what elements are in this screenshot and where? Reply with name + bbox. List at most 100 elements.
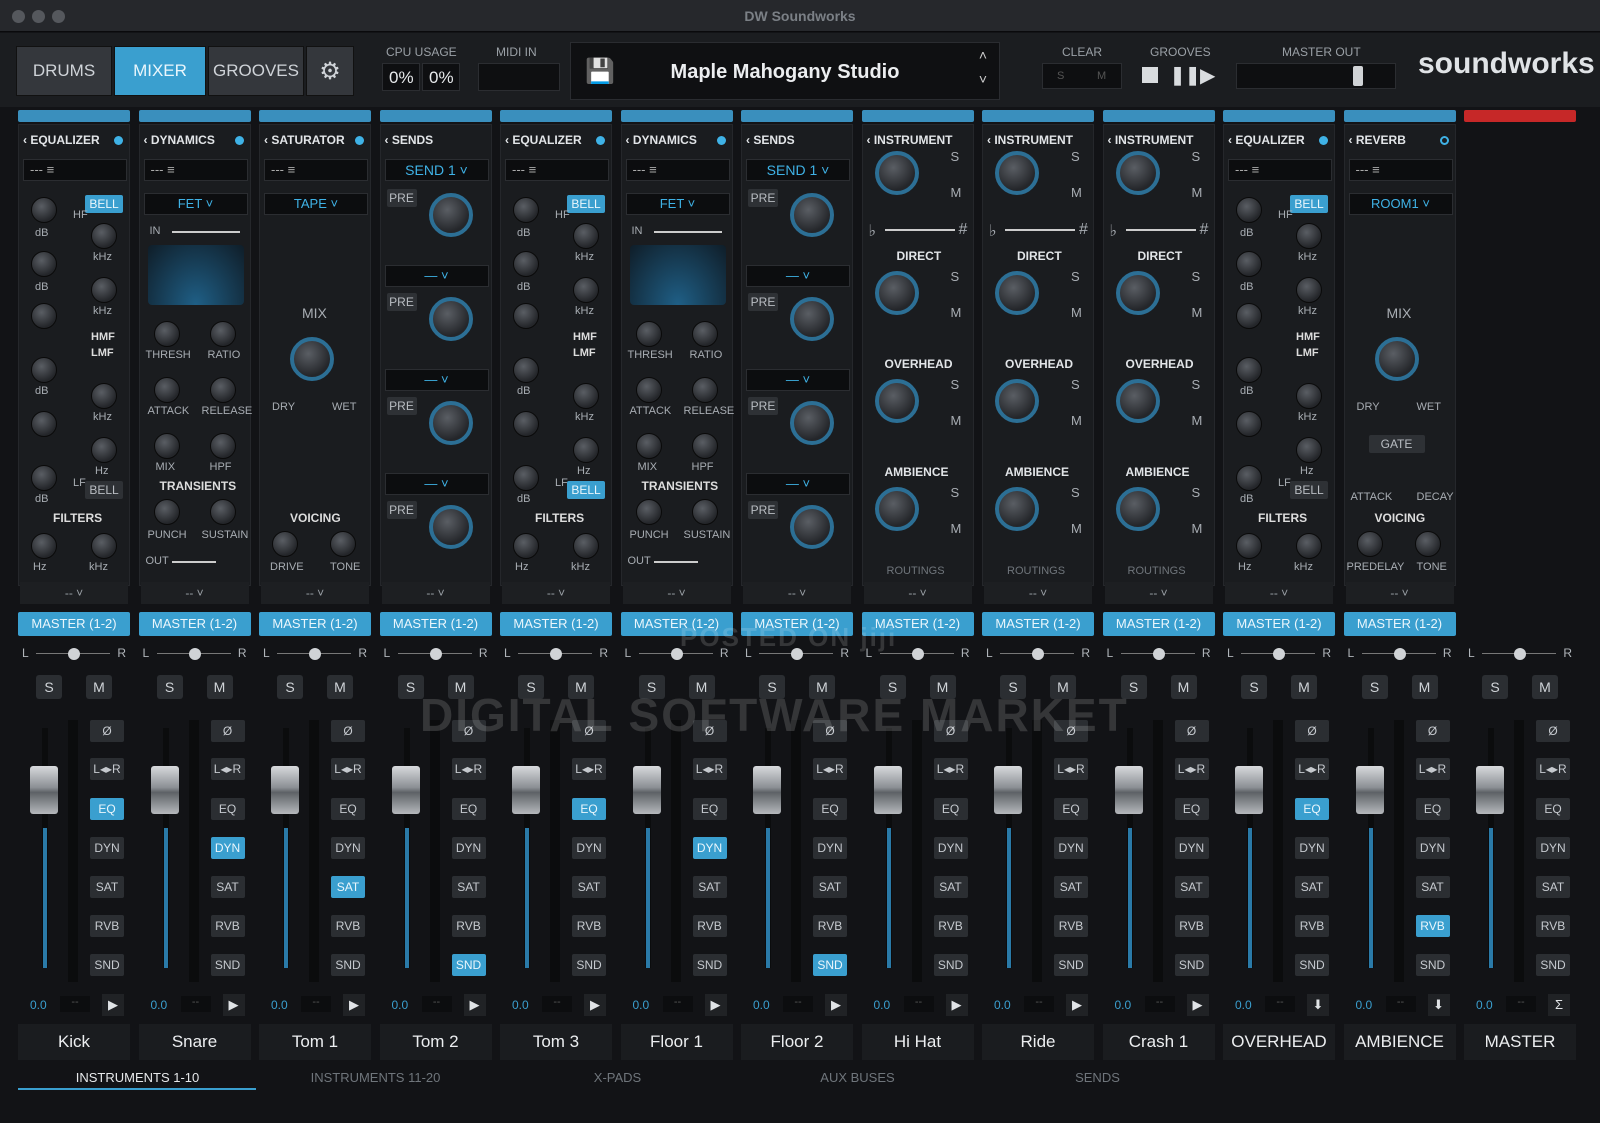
solo-button[interactable]: S (1361, 675, 1388, 699)
strip-color-tab[interactable] (18, 110, 130, 122)
section-label[interactable]: AMBIENCE (1126, 465, 1190, 479)
swap-lr-button[interactable]: L◂▸R (933, 758, 968, 780)
route-button[interactable]: MASTER (1-2) (259, 612, 371, 636)
section-label[interactable]: AMBIENCE (1005, 465, 1069, 479)
comp-type-select[interactable]: FET ˅ (625, 193, 730, 215)
group-tab-instruments-11-20[interactable]: INSTRUMENTS 11-20 (258, 1070, 493, 1085)
preset-down-chevron-icon[interactable]: ˅ (979, 71, 987, 87)
output-select[interactable]: -- ˅ (261, 582, 369, 604)
input-slider[interactable] (171, 231, 240, 233)
lf-bell-button[interactable]: BELL (567, 481, 605, 499)
fx-snd-button[interactable]: SND (1054, 954, 1088, 976)
phase-button[interactable]: Ø (1174, 720, 1209, 742)
fx-dyn-button[interactable]: DYN (451, 837, 486, 859)
section-label[interactable]: DIRECT (1138, 249, 1183, 263)
phase-button[interactable]: Ø (331, 720, 365, 742)
down-arrow-icon[interactable]: ⬇ (1427, 994, 1450, 1016)
fader-track[interactable] (42, 728, 48, 968)
fader-handle[interactable] (994, 766, 1022, 814)
clear-solo-button[interactable]: S (1057, 70, 1064, 82)
panel-title[interactable]: ‹ INSTRUMENT (1108, 133, 1194, 147)
tab-drums[interactable]: DRUMS (16, 46, 112, 96)
swap-lr-button[interactable]: L◂▸R (1415, 758, 1450, 780)
clear-mute-button[interactable]: M (1097, 70, 1106, 82)
output-select[interactable]: -- ˅ (1225, 582, 1333, 604)
fader-handle[interactable] (753, 766, 781, 814)
hmf-freq-knob[interactable] (1296, 277, 1322, 303)
route-button[interactable]: MASTER (1-2) (500, 612, 612, 636)
comp-type-select[interactable]: FET ˅ (143, 193, 248, 215)
panel-enable-icon[interactable] (716, 136, 726, 145)
fx-eq-button[interactable]: EQ (1295, 798, 1329, 820)
section-level-knob[interactable] (995, 379, 1039, 423)
hmf-freq-knob[interactable] (91, 277, 117, 303)
fx-sat-button[interactable]: SAT (1295, 876, 1329, 898)
down-arrow-icon[interactable]: ⬇ (1307, 994, 1329, 1016)
hf-gain-knob[interactable] (1236, 197, 1262, 223)
fx-snd-button[interactable]: SND (90, 954, 124, 976)
lf-bell-button[interactable]: BELL (85, 481, 123, 499)
fader-track[interactable] (283, 728, 289, 968)
hf-freq-knob[interactable] (91, 223, 117, 249)
send-level-knob[interactable] (428, 297, 473, 341)
fx-sat-button[interactable]: SAT (331, 876, 365, 898)
hf-bell-button[interactable]: BELL (1290, 195, 1328, 213)
pre-button[interactable]: PRE (748, 293, 778, 311)
fader-track[interactable] (162, 728, 169, 968)
hmf-gain-knob[interactable] (513, 251, 539, 277)
fx-dyn-button[interactable]: DYN (933, 837, 968, 859)
lmf-q-knob[interactable] (1236, 411, 1262, 437)
group-tab-sends[interactable]: SENDS (980, 1070, 1215, 1085)
section-level-knob[interactable] (874, 487, 919, 531)
fx-snd-button[interactable]: SND (692, 954, 727, 976)
section-level-knob[interactable] (1115, 271, 1160, 315)
fx-rvb-button[interactable]: RVB (1415, 915, 1450, 937)
pan-knob-handle[interactable] (68, 648, 80, 660)
output-select[interactable]: -- ˅ (622, 582, 731, 604)
lmf-q-knob[interactable] (513, 411, 539, 437)
channel-name[interactable]: Tom 2 (379, 1024, 492, 1060)
fx-eq-button[interactable]: EQ (572, 798, 606, 820)
output-select[interactable]: -- ˅ (381, 582, 490, 604)
hmf-q-knob[interactable] (1236, 303, 1262, 329)
fader-track[interactable] (1488, 728, 1494, 968)
mute-button[interactable]: M (327, 675, 353, 699)
fx-sat-button[interactable]: SAT (1415, 876, 1450, 898)
panel-title[interactable]: ‹ SATURATOR (264, 133, 345, 147)
swap-lr-button[interactable]: L◂▸R (1174, 758, 1209, 780)
channel-name[interactable]: Kick (18, 1024, 130, 1060)
pre-button[interactable]: PRE (386, 189, 417, 207)
hf-bell-button[interactable]: BELL (567, 195, 605, 213)
fx-snd-button[interactable]: SND (1415, 954, 1450, 976)
panel-title[interactable]: ‹ INSTRUMENT (987, 133, 1073, 147)
fx-sat-button[interactable]: SAT (933, 876, 968, 898)
settings-gear-icon[interactable]: ⚙ (306, 46, 354, 96)
pause-icon[interactable]: ❚❚ (1170, 65, 1200, 86)
fx-snd-button[interactable]: SND (331, 954, 365, 976)
panel-title[interactable]: ‹ SENDS (385, 133, 434, 147)
fx-sat-button[interactable]: SAT (692, 876, 727, 898)
section-level-knob[interactable] (995, 151, 1039, 195)
fx-sat-button[interactable]: SAT (210, 876, 245, 898)
play-icon[interactable]: ▶ (825, 994, 847, 1016)
preset-menu[interactable]: --- ≡ (1348, 159, 1453, 181)
channel-name[interactable]: AMBIENCE (1343, 1024, 1456, 1060)
pan-knob-handle[interactable] (911, 648, 924, 660)
fx-dyn-button[interactable]: DYN (1415, 837, 1450, 859)
play-icon[interactable]: ▶ (1066, 994, 1088, 1016)
strip-color-tab[interactable] (1102, 110, 1215, 122)
fx-dyn-button[interactable]: DYN (1295, 837, 1329, 859)
panel-title[interactable]: ‹ DYNAMICS (144, 133, 215, 147)
send-1-select[interactable]: SEND 1 ˅ (746, 159, 850, 181)
hpf-knob[interactable] (691, 433, 718, 459)
play-icon[interactable]: ▶ (222, 994, 245, 1016)
fx-dyn-button[interactable]: DYN (331, 837, 365, 859)
section-level-knob[interactable] (874, 151, 919, 195)
fx-eq-button[interactable]: EQ (451, 798, 486, 820)
pan-knob-handle[interactable] (309, 648, 321, 660)
strip-color-tab[interactable] (741, 110, 853, 122)
panel-enable-icon[interactable] (596, 136, 605, 145)
pan-knob-handle[interactable] (188, 648, 201, 660)
tab-grooves[interactable]: GROOVES (208, 46, 304, 96)
fx-rvb-button[interactable]: RVB (1536, 915, 1570, 937)
